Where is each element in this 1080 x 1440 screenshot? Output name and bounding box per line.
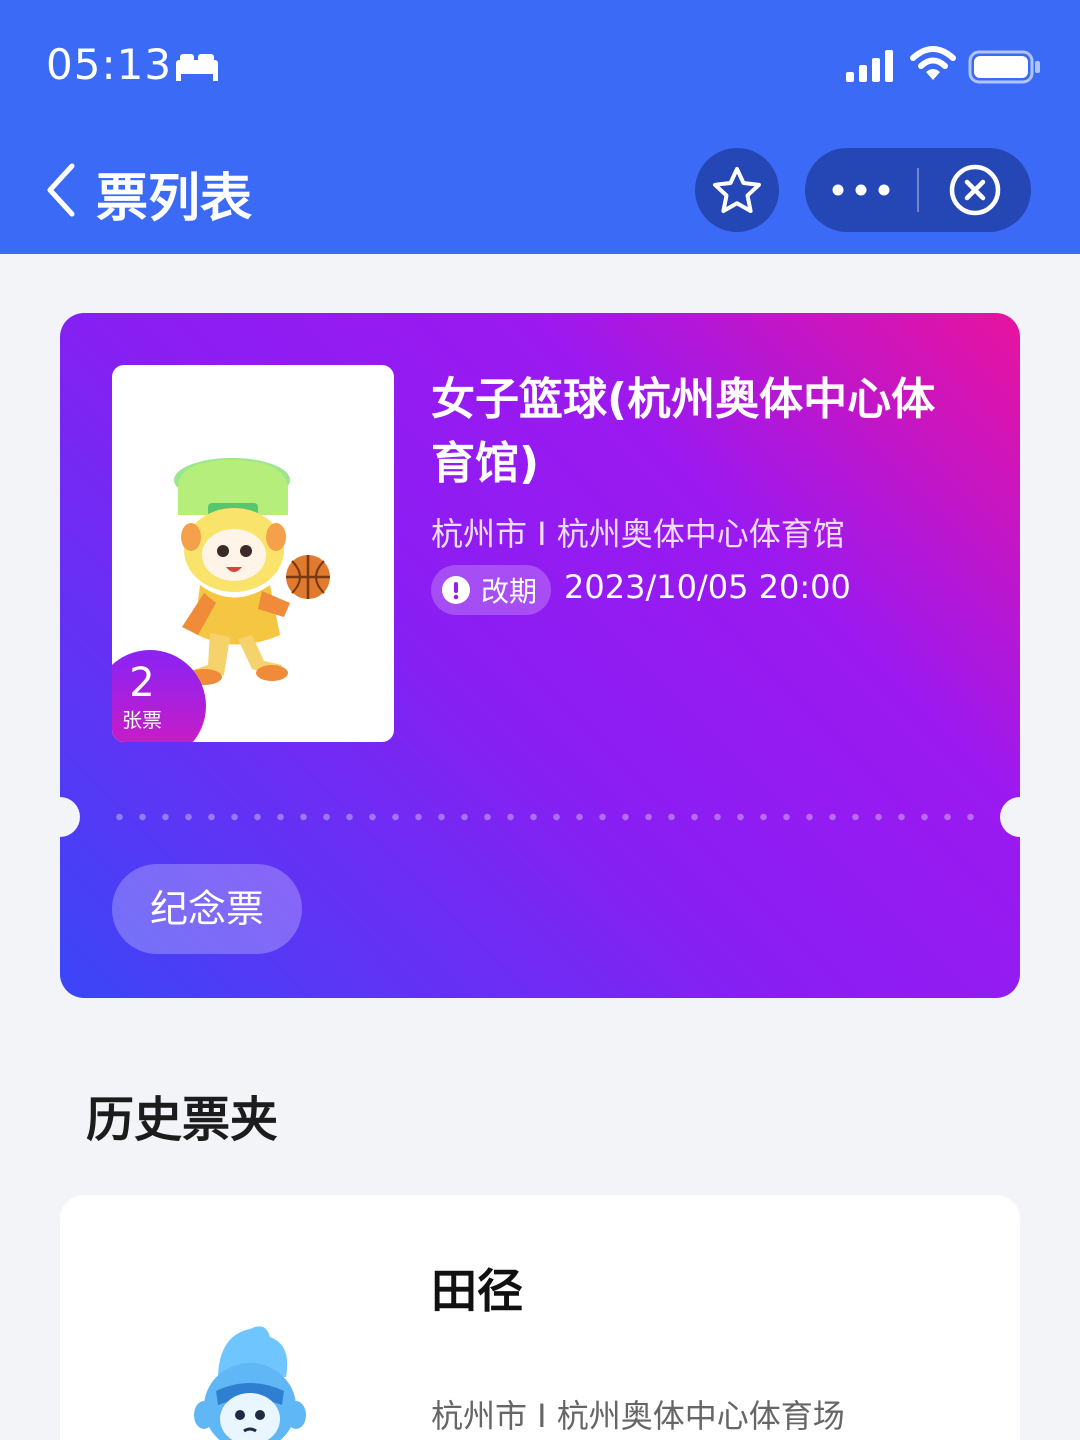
wifi-icon — [910, 46, 956, 80]
event-datetime: 2023/10/05 20:00 — [564, 568, 851, 606]
status-time: 05:13 — [46, 40, 173, 89]
close-button[interactable] — [919, 148, 1031, 232]
ticket-count-unit: 张票 — [122, 708, 162, 732]
ticket-perforation — [108, 813, 978, 821]
history-section-title: 历史票夹 — [86, 1092, 279, 1148]
history-ticket-card[interactable]: 田径 杭州市 I 杭州奥体中心体育场 — [60, 1195, 1020, 1440]
chevron-left-icon — [47, 163, 75, 217]
back-button[interactable] — [40, 160, 90, 220]
favorite-button[interactable] — [695, 148, 779, 232]
status-badge: 改期 — [431, 565, 552, 615]
alert-icon — [442, 576, 470, 604]
close-circle-icon — [949, 164, 1001, 216]
ticket-notch-right — [1000, 797, 1020, 837]
event-mascot-image: 2 张票 — [112, 365, 394, 742]
page-title: 票列表 — [96, 169, 253, 229]
souvenir-ticket-button[interactable]: 纪念票 — [112, 864, 302, 954]
battery-icon — [968, 50, 1040, 84]
history-event-venue: 杭州市 I 杭州奥体中心体育场 — [431, 1397, 845, 1435]
more-dots-icon — [832, 184, 890, 196]
status-badge-label: 改期 — [481, 575, 538, 608]
header: 05:13 票列表 — [0, 0, 1080, 254]
event-title: 女子篮球(杭州奥体中心体育馆) — [431, 374, 936, 489]
history-event-title: 田径 — [431, 1264, 523, 1318]
signal-icon — [846, 50, 893, 82]
star-icon — [713, 167, 761, 213]
more-button[interactable] — [805, 148, 917, 232]
event-venue: 杭州市 I 杭州奥体中心体育馆 — [431, 515, 845, 553]
ticket-notch-left — [60, 797, 80, 837]
mini-program-capsule — [805, 148, 1031, 232]
ticket-list-page: 05:13 票列表 2 张票 女子篮球(杭州奥体中心体育馆) 杭州市 I 杭州奥… — [0, 0, 1080, 1440]
ticket-count: 2 — [129, 660, 155, 706]
ticket-card[interactable]: 2 张票 女子篮球(杭州奥体中心体育馆) 杭州市 I 杭州奥体中心体育馆 改期 … — [60, 313, 1020, 998]
sleep-icon — [176, 54, 218, 81]
athletics-mascot-image — [194, 1326, 306, 1440]
